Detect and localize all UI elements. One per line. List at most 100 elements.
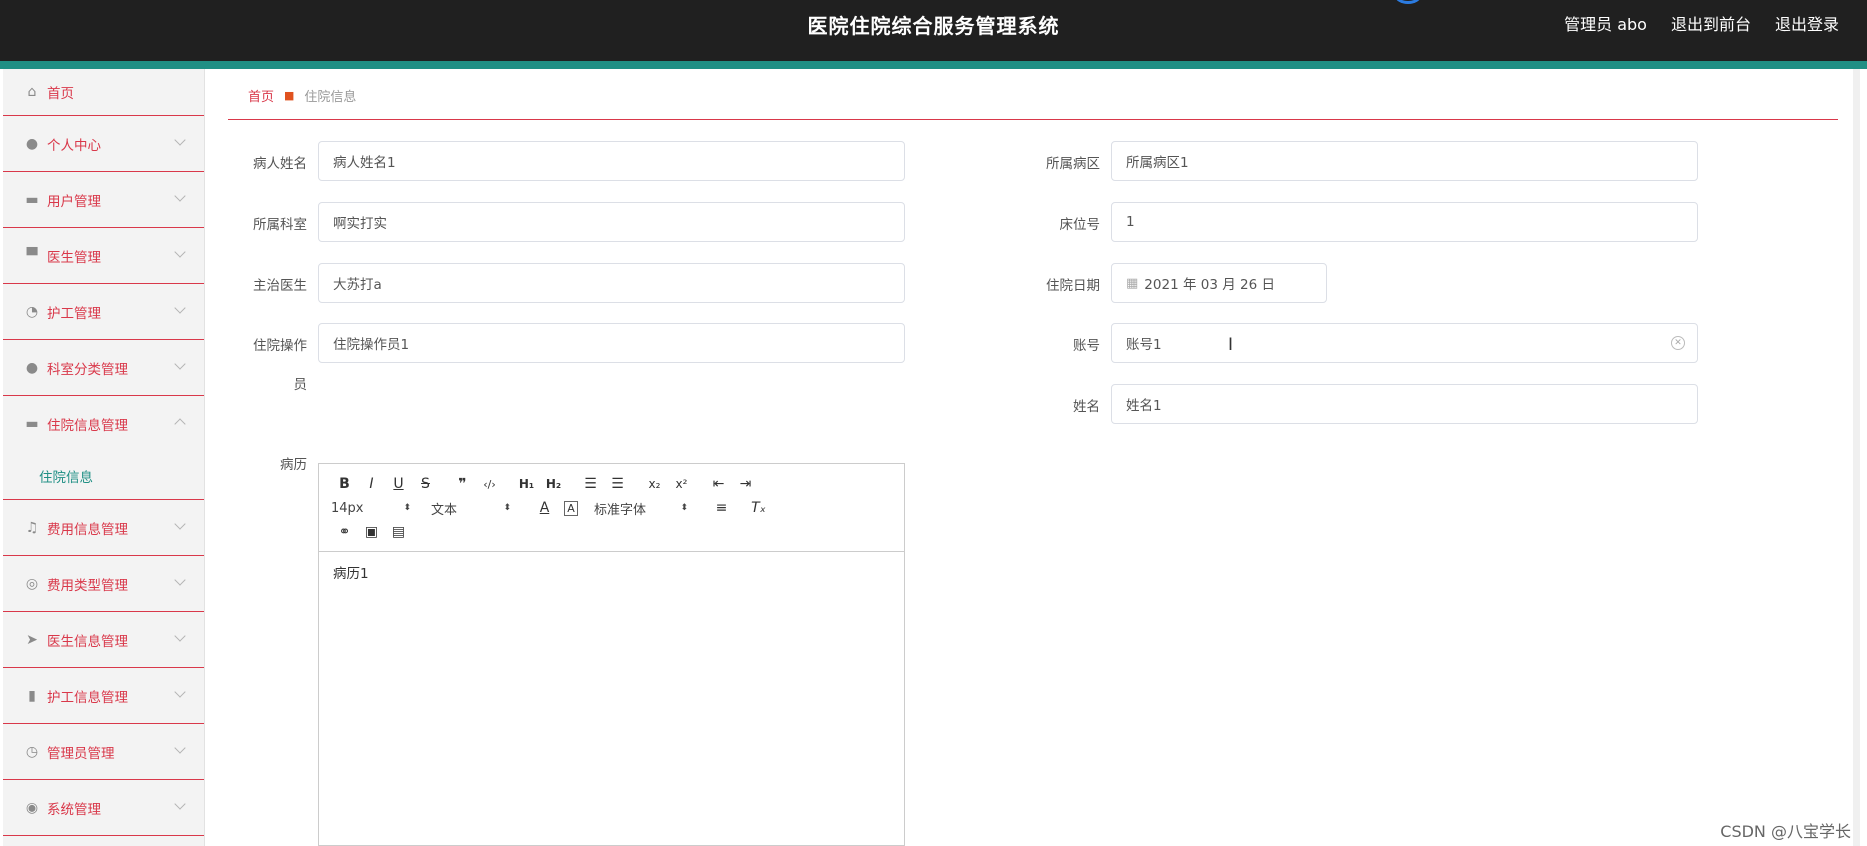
sidebar-item-label: 管理员管理: [47, 745, 115, 762]
sidebar-item-users[interactable]: ▬ 用户管理: [3, 172, 204, 228]
mic-icon: ♫: [25, 519, 39, 536]
sidebar-item-doctor-info[interactable]: ➤ 医生信息管理: [3, 612, 204, 668]
blockquote-icon[interactable]: ❞: [449, 476, 476, 492]
strikethrough-icon[interactable]: S: [412, 476, 439, 492]
font-family-select[interactable]: 标准字体 ⬍: [594, 499, 688, 518]
sidebar-item-nurses[interactable]: ◔ 护工管理: [3, 284, 204, 340]
watermark: CSDN @八宝学长: [1720, 822, 1851, 841]
name-input[interactable]: 姓名1: [1111, 384, 1698, 424]
paragraph-format-select[interactable]: 文本 ⬍: [431, 499, 511, 518]
name-label: 姓名: [1073, 399, 1100, 415]
chevron-down-icon: [174, 686, 186, 698]
sidebar-item-departments[interactable]: ● 科室分类管理: [3, 340, 204, 396]
monitor-icon: ▀: [26, 247, 38, 264]
department-value: 啊实打实: [333, 216, 387, 232]
sidebar-item-label: 个人中心: [47, 137, 101, 154]
align-icon[interactable]: ≡: [708, 500, 735, 516]
breadcrumb-separator-icon: ■: [284, 88, 295, 102]
chevron-down-icon: [174, 518, 186, 530]
heading-1-icon[interactable]: H₁: [513, 477, 540, 491]
editor-content[interactable]: 病历1: [319, 552, 904, 592]
exit-to-front-link[interactable]: 退出到前台: [1671, 11, 1751, 35]
image-icon[interactable]: ▣: [358, 524, 385, 540]
sidebar-item-admins[interactable]: ◷ 管理员管理: [3, 724, 204, 780]
bold-icon[interactable]: B: [331, 476, 358, 492]
operator-input[interactable]: 住院操作员1: [318, 323, 905, 363]
bed-value: 1: [1126, 214, 1135, 230]
sidebar-item-label: 医生管理: [47, 249, 101, 266]
sidebar-item-system[interactable]: ◉ 系统管理: [3, 780, 204, 836]
chevron-up-icon: [174, 418, 186, 430]
link-icon[interactable]: ⚭: [331, 524, 358, 540]
select-arrow-icon: ⬍: [403, 503, 411, 513]
send-icon: ➤: [26, 631, 38, 648]
clear-format-icon[interactable]: Tₓ: [745, 500, 772, 516]
doctor-label: 主治医生: [253, 278, 307, 294]
sidebar-item-label: 用户管理: [47, 193, 101, 210]
ordered-list-icon[interactable]: ☰: [577, 476, 604, 492]
chevron-down-icon: [174, 798, 186, 810]
top-accent-bar: [0, 61, 1867, 69]
sidebar-item-inpatient[interactable]: ▬ 住院信息管理: [3, 396, 204, 452]
sidebar-item-label: 系统管理: [47, 801, 101, 818]
editor-toolbar: B I U S ❞ ‹/› H₁ H₂ ☰ ☰ x₂ x² ⇤ ⇥ 14px ⬍ …: [319, 464, 904, 552]
bed-input[interactable]: 1: [1111, 202, 1698, 242]
italic-icon[interactable]: I: [358, 476, 385, 492]
chevron-down-icon: [174, 358, 186, 370]
date-picker-input[interactable]: ▦ 2021 年 03 月 26 日: [1111, 263, 1327, 303]
admin-user-link[interactable]: 管理员 abo: [1564, 11, 1647, 35]
chevron-down-icon: [174, 134, 186, 146]
department-input[interactable]: 啊实打实: [318, 202, 905, 242]
sidebar-subitem-inpatient-info[interactable]: 住院信息: [3, 452, 204, 500]
subscript-icon[interactable]: x₂: [641, 477, 668, 491]
breadcrumb-current: 住院信息: [304, 89, 357, 105]
sidebar-item-label: 费用类型管理: [47, 577, 128, 594]
medical-record-editor[interactable]: B I U S ❞ ‹/› H₁ H₂ ☰ ☰ x₂ x² ⇤ ⇥ 14px ⬍ …: [318, 463, 905, 846]
underline-icon[interactable]: U: [385, 476, 412, 492]
account-input[interactable]: 账号1 ✕: [1111, 323, 1698, 363]
doctor-input[interactable]: 大苏打a: [318, 263, 905, 303]
date-value: 2021 年 03 月 26 日: [1144, 277, 1275, 293]
sidebar-item-label: 护工管理: [47, 305, 101, 322]
sidebar-item-nurse-info[interactable]: ▮ 护工信息管理: [3, 668, 204, 724]
patient-name-input[interactable]: 病人姓名1: [318, 141, 905, 181]
top-nav: 管理员 abo 退出到前台 退出登录: [1564, 11, 1839, 35]
record-label: 病历: [280, 457, 307, 473]
clear-icon[interactable]: ✕: [1671, 336, 1685, 350]
sidebar-item-label: 医生信息管理: [47, 633, 128, 650]
clock-icon: ◷: [25, 743, 39, 760]
sidebar-item-fee-types[interactable]: ◎ 费用类型管理: [3, 556, 204, 612]
font-size-value: 14px: [331, 500, 364, 516]
sidebar-item-fee-info[interactable]: ♫ 费用信息管理: [3, 500, 204, 556]
doctor-value: 大苏打a: [333, 277, 382, 293]
bar-chart-icon: ▮: [28, 687, 36, 704]
sidebar-item-label: 科室分类管理: [47, 361, 128, 378]
font-color-icon[interactable]: A: [531, 500, 558, 516]
page-scrollbar[interactable]: [1853, 69, 1860, 846]
background-color-icon[interactable]: A: [564, 500, 578, 516]
video-icon[interactable]: ▤: [385, 524, 412, 540]
outdent-icon[interactable]: ⇤: [705, 476, 732, 492]
ward-input[interactable]: 所属病区1: [1111, 141, 1698, 181]
breadcrumb-home[interactable]: 首页: [248, 86, 274, 105]
sidebar-item-doctors[interactable]: ▀ 医生管理: [3, 228, 204, 284]
superscript-icon[interactable]: x²: [668, 477, 695, 491]
ward-label: 所属病区: [1046, 156, 1100, 172]
logout-link[interactable]: 退出登录: [1775, 11, 1839, 35]
chevron-down-icon: [174, 302, 186, 314]
text-cursor-icon: I: [1228, 335, 1234, 355]
code-block-icon[interactable]: ‹/›: [476, 478, 503, 491]
select-arrow-icon: ⬍: [503, 503, 511, 513]
bed-label: 床位号: [1059, 217, 1101, 233]
sidebar-item-label: 住院信息管理: [47, 418, 128, 434]
operator-label-line1: 住院操作: [253, 338, 307, 354]
indent-icon[interactable]: ⇥: [732, 476, 759, 492]
sidebar: ⌂ 首页 ● 个人中心 ▬ 用户管理 ▀ 医生管理 ◔ 护工管理 ● 科室分类管…: [3, 69, 205, 846]
heading-2-icon[interactable]: H₂: [540, 477, 567, 491]
font-size-select[interactable]: 14px ⬍: [331, 501, 411, 516]
calendar-icon: ▦: [1126, 275, 1139, 291]
sidebar-item-home[interactable]: ⌂ 首页: [3, 69, 204, 116]
aperture-icon: ◎: [25, 575, 39, 592]
bullet-list-icon[interactable]: ☰: [604, 476, 631, 492]
sidebar-item-personal[interactable]: ● 个人中心: [3, 116, 204, 172]
